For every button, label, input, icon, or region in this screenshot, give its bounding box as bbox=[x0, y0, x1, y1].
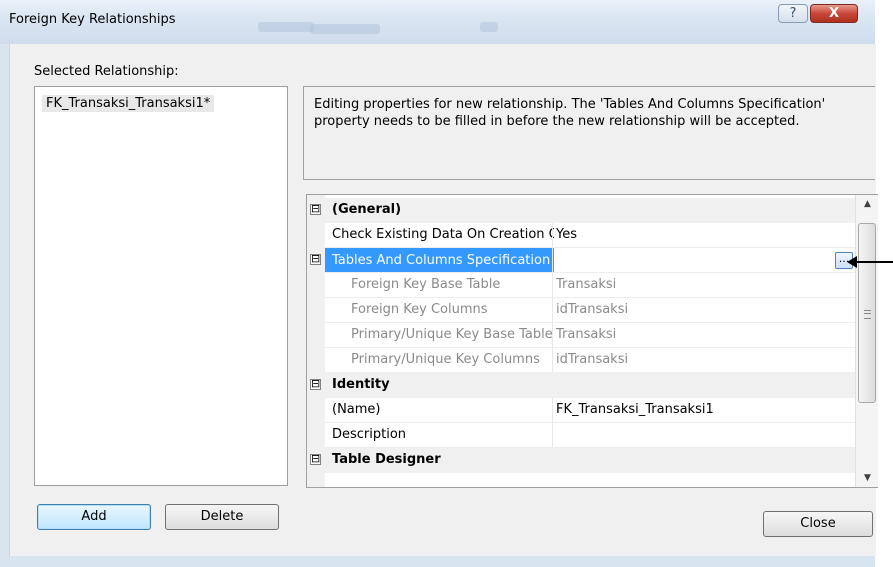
relationship-list[interactable]: FK_Transaksi_Transaksi1* bbox=[34, 86, 288, 486]
property-name: Foreign Key Base Table bbox=[351, 277, 501, 292]
category-label: (General) bbox=[332, 202, 402, 217]
dialog-window: Foreign Key Relationships ? X Selected R… bbox=[0, 0, 878, 567]
category-row[interactable]: ⊟ (General) bbox=[307, 198, 855, 223]
category-label: Table Designer bbox=[332, 452, 441, 467]
vertical-scrollbar[interactable]: ▲ ▼ bbox=[855, 195, 878, 487]
scroll-down-arrow-icon[interactable]: ▼ bbox=[856, 469, 878, 487]
property-value[interactable]: FK_Transaksi_Transaksi1 bbox=[556, 402, 714, 417]
background-blur bbox=[480, 22, 498, 32]
property-name: (Name) bbox=[332, 402, 381, 417]
annotation-arrow bbox=[856, 261, 893, 263]
collapse-icon[interactable]: ⊟ bbox=[310, 253, 321, 265]
delete-button[interactable]: Delete bbox=[165, 504, 279, 530]
property-name: Foreign Key Columns bbox=[351, 302, 488, 317]
description-text: Editing properties for new relationship.… bbox=[314, 97, 826, 129]
scroll-thumb[interactable] bbox=[858, 223, 876, 403]
list-item[interactable]: FK_Transaksi_Transaksi1* bbox=[42, 95, 215, 112]
property-row[interactable]: (Name) FK_Transaksi_Transaksi1 bbox=[307, 398, 855, 423]
scroll-up-arrow-icon[interactable]: ▲ bbox=[856, 195, 878, 213]
property-value: idTransaksi bbox=[556, 352, 629, 367]
property-name: Tables And Columns Specification bbox=[325, 248, 554, 273]
property-row-selected[interactable]: ⊟ Tables And Columns Specification ... bbox=[307, 248, 855, 273]
window-title: Foreign Key Relationships bbox=[9, 12, 176, 27]
collapse-icon[interactable]: ⊟ bbox=[310, 453, 321, 465]
selected-relationship-label: Selected Relationship: bbox=[34, 64, 179, 79]
close-window-button[interactable]: X bbox=[810, 4, 858, 23]
property-row[interactable]: Description bbox=[307, 423, 855, 448]
column-divider bbox=[552, 423, 553, 448]
window-border bbox=[0, 556, 875, 567]
category-row[interactable]: ⊟ Identity bbox=[307, 373, 855, 398]
category-row[interactable]: ⊟ Table Designer bbox=[307, 448, 855, 473]
collapse-icon[interactable]: ⊟ bbox=[310, 203, 321, 215]
property-name: Check Existing Data On Creation Or Re-En… bbox=[332, 227, 554, 242]
help-button[interactable]: ? bbox=[778, 4, 808, 23]
close-button[interactable]: Close bbox=[763, 511, 873, 537]
column-divider bbox=[552, 223, 553, 248]
grip-icon bbox=[864, 310, 871, 319]
property-row[interactable]: Foreign Key Base Table Transaksi bbox=[307, 273, 855, 298]
add-button[interactable]: Add bbox=[37, 504, 151, 530]
column-divider bbox=[552, 398, 553, 423]
column-divider bbox=[552, 323, 553, 348]
property-name: Primary/Unique Key Base Table bbox=[351, 327, 553, 342]
background-blur bbox=[258, 22, 314, 32]
property-name: Description bbox=[332, 427, 407, 442]
window-border bbox=[0, 44, 9, 556]
property-value: idTransaksi bbox=[556, 302, 629, 317]
column-divider bbox=[552, 348, 553, 373]
category-label: Identity bbox=[332, 377, 390, 392]
column-divider bbox=[552, 273, 553, 298]
title-bar[interactable]: Foreign Key Relationships ? X bbox=[0, 0, 875, 44]
column-divider bbox=[552, 298, 553, 323]
column-divider bbox=[552, 248, 553, 273]
background-blur bbox=[310, 24, 380, 34]
property-row[interactable]: Primary/Unique Key Base Table Transaksi bbox=[307, 323, 855, 348]
property-value: Transaksi bbox=[556, 277, 617, 292]
property-value: Transaksi bbox=[556, 327, 617, 342]
property-row[interactable]: Check Existing Data On Creation Or Re-En… bbox=[307, 223, 855, 248]
collapse-icon[interactable]: ⊟ bbox=[310, 378, 321, 390]
property-name: Primary/Unique Key Columns bbox=[351, 352, 540, 367]
property-value[interactable]: Yes bbox=[556, 227, 577, 242]
property-row[interactable]: Foreign Key Columns idTransaksi bbox=[307, 298, 855, 323]
property-grid[interactable]: ⊟ (General) Check Existing Data On Creat… bbox=[306, 194, 878, 488]
property-row[interactable]: Primary/Unique Key Columns idTransaksi bbox=[307, 348, 855, 373]
arrow-left-icon bbox=[847, 256, 857, 268]
description-panel: Editing properties for new relationship.… bbox=[303, 86, 875, 180]
